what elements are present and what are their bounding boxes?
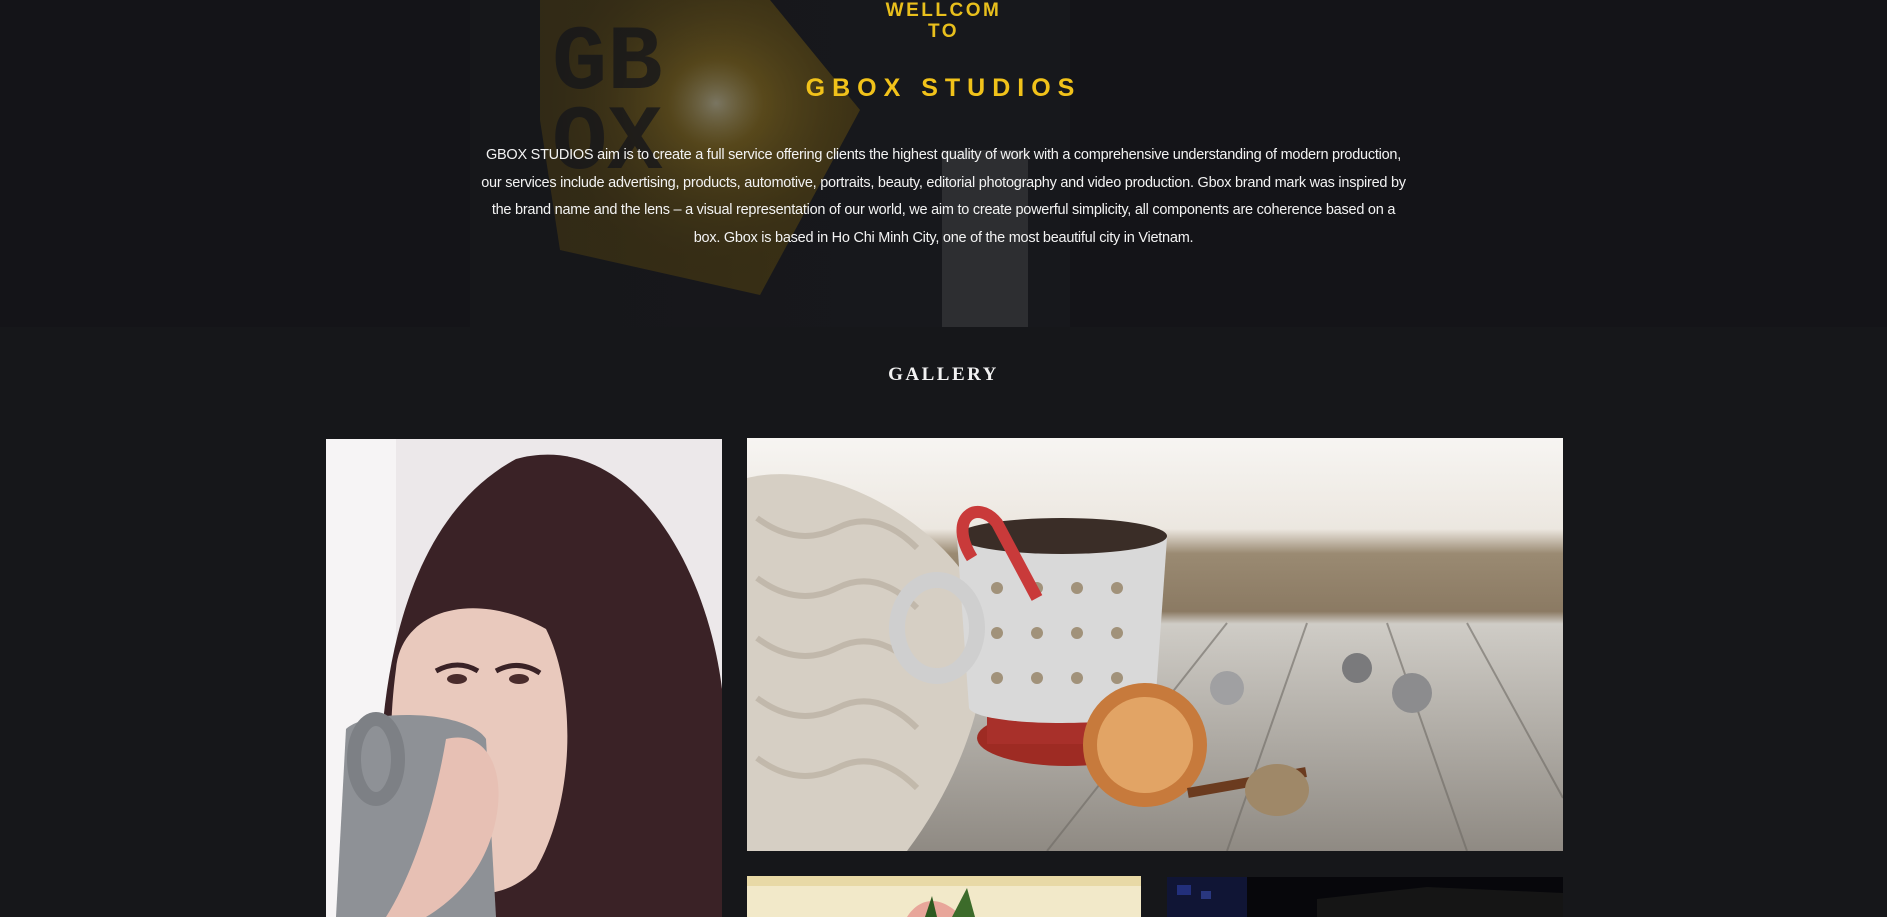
- coffee-mug-still-life-image: [747, 438, 1563, 851]
- woman-drinking-coffee-photo[interactable]: [326, 439, 722, 917]
- brand-title: GBOX STUDIOS: [805, 74, 1082, 102]
- hero-section: GB OX WELLCOM TO GBOX STUDIOS GBOX STUDI…: [0, 0, 1887, 327]
- food-dish-image: [747, 876, 1141, 917]
- coffee-mug-still-life-photo[interactable]: [747, 438, 1563, 851]
- food-dish-photo[interactable]: [747, 876, 1141, 917]
- welcome-line-1: WELLCOM: [885, 0, 1002, 21]
- dark-interior-photo[interactable]: [1167, 877, 1563, 917]
- woman-drinking-coffee-image: [326, 439, 722, 917]
- dark-interior-image: [1167, 877, 1563, 917]
- gallery-title: GALLERY: [888, 364, 999, 385]
- welcome-line-2: TO: [927, 21, 960, 42]
- intro-paragraph: GBOX STUDIOS aim is to create a full ser…: [481, 147, 1406, 246]
